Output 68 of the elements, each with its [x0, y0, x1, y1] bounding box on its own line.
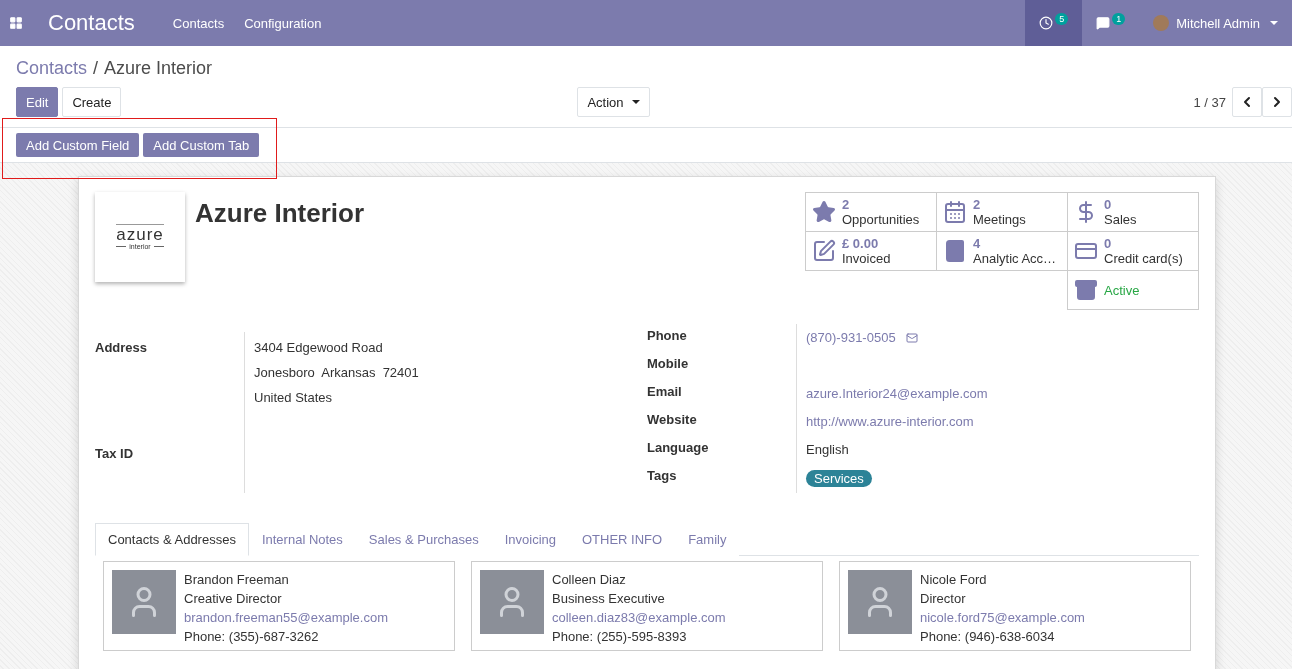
- field-value: English: [806, 442, 850, 457]
- field-label: Website: [647, 408, 797, 436]
- edit-icon: [812, 239, 836, 263]
- action-dropdown[interactable]: Action: [577, 87, 650, 117]
- contact-title: Business Executive: [552, 590, 666, 608]
- field-label: Address: [95, 332, 245, 438]
- breadcrumb-separator: /: [93, 58, 99, 79]
- phone-link[interactable]: (870)-931-0505: [806, 330, 896, 345]
- calendar-icon: [943, 200, 967, 224]
- contact-card[interactable]: Colleen Diaz Business Executive colleen.diaz83@example.com Phone: (255)-595-8393: [471, 561, 823, 651]
- breadcrumb-link[interactable]: Contacts: [16, 58, 88, 79]
- address-line: United States: [254, 390, 334, 405]
- tag: Services: [806, 470, 872, 487]
- address-line: Jonesboro Arkansas 72401: [254, 365, 420, 380]
- user-avatar: [1153, 15, 1170, 31]
- custom-button[interactable]: Add Custom Field: [16, 133, 140, 157]
- breadcrumb-current: Azure Interior: [104, 58, 213, 79]
- previous-button[interactable]: [1232, 87, 1262, 117]
- menu-link[interactable]: Contacts: [172, 15, 225, 31]
- contact-phone: Phone: (946)-638-6034: [920, 628, 1056, 646]
- caret-icon: [1270, 21, 1278, 25]
- field-link[interactable]: http://www.azure-interior.com: [806, 414, 1190, 429]
- stat-button[interactable]: Active: [1067, 270, 1199, 310]
- field-label: Email: [647, 380, 797, 408]
- photo-placeholder: [848, 570, 912, 634]
- photo-placeholder: [480, 570, 544, 634]
- mail-icon[interactable]: [905, 331, 918, 344]
- activity-count: 5: [1055, 13, 1069, 25]
- contact-email[interactable]: colleen.diaz83@example.com: [552, 608, 726, 627]
- field-label: Phone: [647, 324, 797, 352]
- create-button[interactable]: Create: [62, 87, 122, 117]
- field-label: Mobile: [647, 352, 797, 380]
- stat-button[interactable]: 0 Sales: [1067, 192, 1199, 232]
- edit-button[interactable]: Edit: [16, 87, 59, 117]
- menu-link[interactable]: Configuration: [244, 15, 322, 31]
- chat-icon: [1096, 16, 1111, 30]
- photo-placeholder: [112, 570, 176, 634]
- pager-text: 1 / 37: [1193, 94, 1226, 110]
- message-count: 1: [1112, 13, 1126, 25]
- contact-card[interactable]: Brandon Freeman Creative Director brandon.freeman55@example.com Phone: (355)-687-3262: [103, 561, 455, 651]
- contact-email[interactable]: brandon.freeman55@example.com: [184, 608, 388, 627]
- user-menu[interactable]: Mitchell Admin: [1139, 0, 1292, 46]
- contact-email[interactable]: nicole.ford75@example.com: [920, 608, 1085, 627]
- archive-icon: [1074, 278, 1098, 302]
- activity-button[interactable]: 5: [1025, 0, 1083, 46]
- address-line: 3404 Edgewood Road: [254, 340, 384, 355]
- contact-phone: Phone: (255)-595-8393: [552, 628, 688, 646]
- contact-title: Director: [920, 590, 967, 608]
- contact-name: Nicole Ford: [920, 571, 988, 589]
- stat-button[interactable]: £ 0.00 Invoiced: [805, 231, 937, 271]
- app-title: Contacts: [48, 10, 135, 36]
- field-label: Tax ID: [95, 437, 245, 493]
- field-link[interactable]: azure.Interior24@example.com: [806, 386, 1190, 401]
- star-icon: [812, 200, 836, 224]
- custom-button[interactable]: Add Custom Tab: [143, 133, 260, 157]
- record-title: Azure Interior: [195, 198, 365, 230]
- contact-name: Brandon Freeman: [184, 571, 290, 589]
- contact-card[interactable]: Nicole Ford Director nicole.ford75@example.com Phone: (946)-638-6034: [839, 561, 1191, 651]
- contact-title: Creative Director: [184, 590, 283, 608]
- stat-button[interactable]: 2 Opportunities: [805, 192, 937, 232]
- field-label: Tags: [647, 464, 797, 493]
- tab[interactable]: Contacts & Addresses: [95, 523, 249, 556]
- messages-button[interactable]: 1: [1082, 0, 1140, 46]
- contact-phone: Phone: (355)-687-3262: [184, 628, 320, 646]
- contact-name: Colleen Diaz: [552, 571, 627, 589]
- field-label: Language: [647, 436, 797, 464]
- next-button[interactable]: [1262, 87, 1292, 117]
- clock-icon: [1039, 16, 1054, 30]
